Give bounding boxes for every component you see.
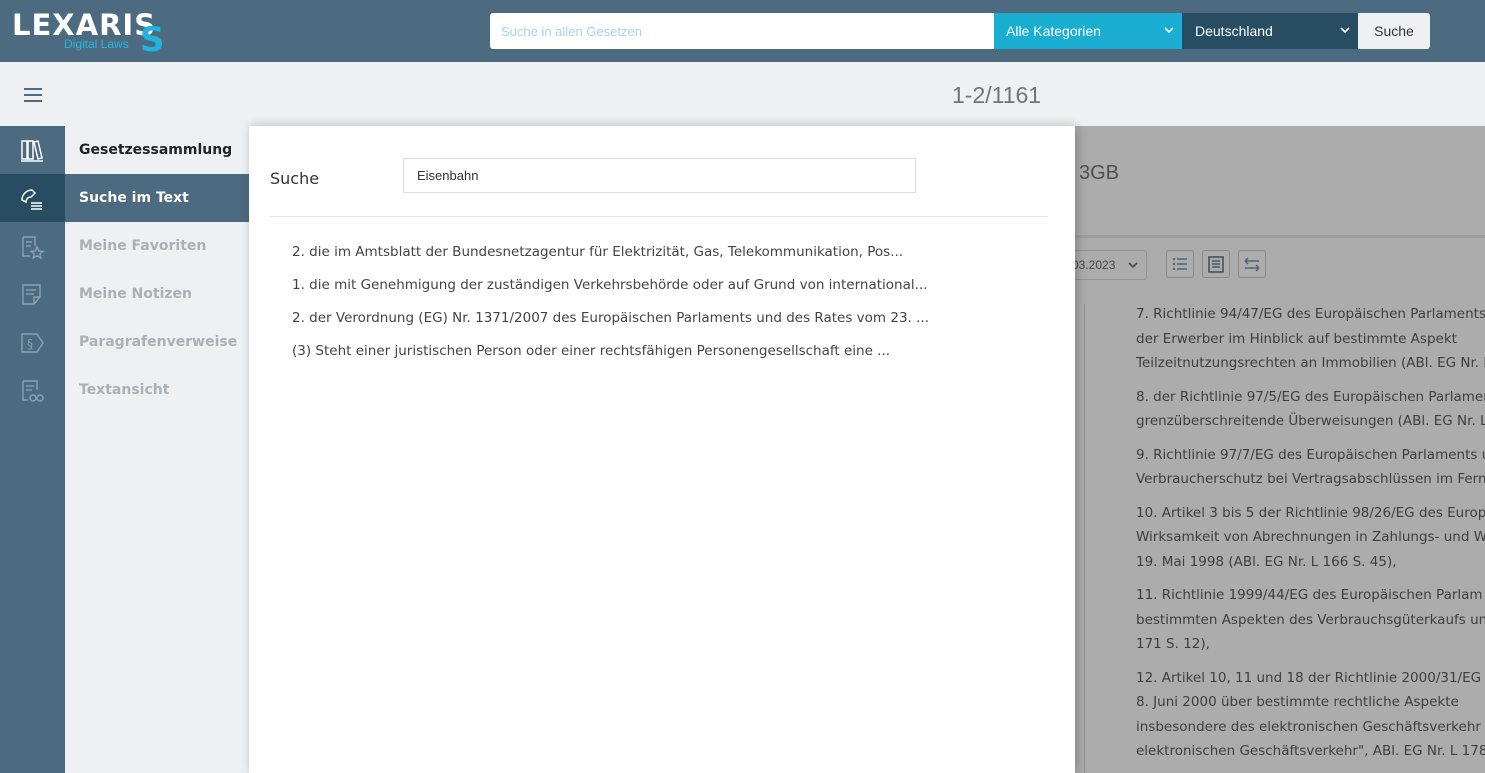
top-header: LEXARIS Digital Laws S Alle Kategorien D… [0, 0, 1485, 62]
menu-item-text-view[interactable]: Textansicht [65, 366, 249, 414]
sub-header [0, 62, 1485, 126]
category-select[interactable]: Alle Kategorien [994, 13, 1182, 49]
search-result-item[interactable]: 2. der Verordnung (EG) Nr. 1371/2007 des… [292, 310, 1032, 343]
lexaris-logo[interactable]: LEXARIS Digital Laws S [12, 6, 172, 60]
search-results-list: 2. die im Amtsblatt der Bundesnetzagentu… [292, 244, 1032, 376]
rail-item-text-view[interactable] [0, 366, 65, 414]
rail-item-text-search[interactable] [0, 174, 65, 222]
search-result-item[interactable]: 1. die mit Genehmigung der zuständigen V… [292, 277, 1032, 310]
search-label: Suche [270, 169, 320, 188]
menu-item-favorites[interactable]: Meine Favoriten [65, 222, 249, 270]
menu-item-law-collection[interactable]: Gesetzessammlung [65, 126, 249, 174]
menu-item-paragraph-references[interactable]: Paragrafenverweise [65, 318, 249, 366]
category-select-label: Alle Kategorien [1006, 23, 1101, 39]
global-search-input[interactable] [490, 13, 994, 49]
text-view-icon [22, 380, 44, 402]
rail-item-paragraph-references[interactable]: § [0, 318, 65, 366]
side-menu: Gesetzessammlung Suche im Text Meine Fav… [65, 126, 249, 773]
chevron-down-icon [1340, 27, 1350, 34]
chevron-down-icon [1164, 27, 1174, 34]
logo-tagline: Digital Laws [64, 37, 129, 51]
hamburger-menu-icon[interactable] [24, 88, 42, 102]
menu-item-notes[interactable]: Meine Notizen [65, 270, 249, 318]
logo-mark: S [140, 20, 165, 60]
page-counter: 1-2/1161 [952, 82, 1042, 108]
search-button[interactable]: Suche [1358, 13, 1430, 49]
icon-rail: § [0, 126, 65, 773]
search-result-item[interactable]: 2. die im Amtsblatt der Bundesnetzagentu… [292, 244, 1032, 277]
menu-item-text-search[interactable]: Suche im Text [65, 174, 249, 222]
search-result-item[interactable]: (3) Steht einer juristischen Person oder… [292, 343, 1032, 376]
rail-item-library[interactable] [0, 126, 65, 174]
favorites-icon [22, 236, 45, 260]
paragraph-reference-icon: § [21, 333, 44, 353]
panel-divider [270, 216, 1048, 217]
country-select[interactable]: Deutschland [1182, 13, 1358, 49]
rail-item-favorites[interactable] [0, 222, 65, 270]
library-icon [21, 140, 43, 162]
svg-text:§: § [27, 337, 33, 351]
rail-item-notes[interactable] [0, 270, 65, 318]
text-search-panel: Suche 2. die im Amtsblatt der Bundesnetz… [249, 126, 1075, 773]
notes-icon [22, 284, 41, 305]
country-select-label: Deutschland [1195, 23, 1273, 39]
text-search-input[interactable] [403, 158, 916, 193]
text-search-icon [21, 189, 42, 210]
